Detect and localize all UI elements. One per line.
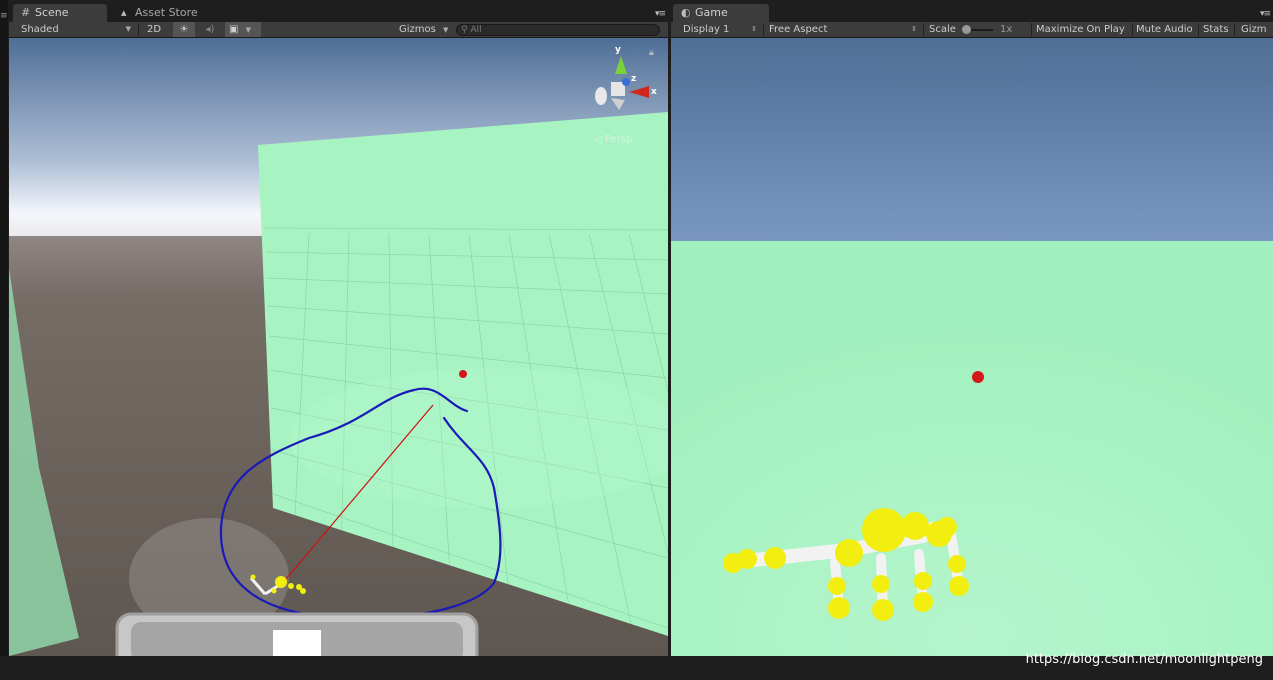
speaker-icon: ◂)	[205, 24, 215, 35]
display-dropdown[interactable]: Display 1 ⇕	[679, 22, 761, 37]
camera-object[interactable]	[115, 612, 479, 656]
toolbar-divider	[763, 23, 764, 36]
updown-arrows-icon: ⇕	[911, 25, 917, 33]
game-green-wall	[671, 241, 1273, 656]
sun-icon: ☀	[179, 24, 189, 35]
scene-viewport[interactable]: y z x 🔒︎	[9, 38, 668, 656]
scene-panel: # Scene ▴ Asset Store ▾≡ Shaded ▼ 2D ☀ ◂…	[9, 0, 668, 680]
game-panel-menu-icon[interactable]: ▾≡	[1260, 9, 1271, 19]
game-gizmos-dropdown[interactable]: Gizm	[1237, 22, 1271, 37]
chevron-down-icon: ▼	[245, 26, 252, 34]
game-pacman-icon: ◐	[681, 6, 691, 19]
scale-label: Scale	[929, 24, 956, 35]
stats-toggle[interactable]: Stats	[1199, 22, 1233, 37]
projection-toggle[interactable]: ◁ Persp	[594, 134, 632, 145]
effects-dropdown[interactable]: ▣ ▼	[225, 22, 261, 37]
lock-icon[interactable]: 🔒︎	[649, 48, 654, 58]
tab-scene-label: Scene	[35, 6, 69, 19]
game-panel: ◐ Game ▾≡ Display 1 ⇕ Free Aspect ⇕ Scal…	[671, 0, 1273, 680]
red-target-sphere[interactable]	[459, 370, 467, 378]
image-effects-icon: ▣	[229, 24, 239, 35]
toolbar-divider	[1234, 23, 1235, 36]
red-target-sphere[interactable]	[972, 371, 984, 383]
tab-asset-store-label: Asset Store	[135, 6, 198, 19]
aspect-label: Free Aspect	[769, 24, 828, 35]
scene-lighting-toggle[interactable]: ☀	[173, 22, 195, 37]
tab-scene[interactable]: # Scene	[13, 4, 107, 22]
updown-arrows-icon: ⇕	[751, 25, 757, 33]
scene-tab-bar: # Scene ▴ Asset Store ▾≡	[9, 0, 668, 22]
toolbar-divider	[923, 23, 924, 36]
chevron-down-icon: ▼	[125, 25, 131, 33]
mute-audio-label: Mute Audio	[1136, 24, 1193, 35]
asset-store-bag-icon: ▴	[121, 6, 127, 19]
chevron-down-icon: ▼	[443, 26, 449, 34]
tab-game-label: Game	[695, 6, 728, 19]
scene-audio-toggle[interactable]: ◂)	[199, 22, 221, 37]
panel-menu-icon[interactable]: ≡	[0, 11, 8, 21]
gizmo-x-label: x	[651, 87, 657, 97]
persp-arrow-icon: ◁	[594, 134, 605, 145]
left-edge-strip: ≡	[0, 0, 8, 680]
aspect-dropdown[interactable]: Free Aspect ⇕	[765, 22, 921, 37]
tab-asset-store[interactable]: ▴ Asset Store	[113, 4, 223, 22]
scene-search-input[interactable]: ⚲ All	[456, 24, 660, 36]
search-placeholder: All	[470, 25, 482, 35]
maximize-on-play-toggle[interactable]: Maximize On Play	[1032, 22, 1129, 37]
mode-2d-label: 2D	[147, 24, 162, 35]
display-label: Display 1	[683, 24, 730, 35]
stats-label: Stats	[1203, 24, 1229, 35]
draw-mode-label: Shaded	[21, 24, 59, 35]
gizmos-dropdown[interactable]: Gizmos ▼	[395, 22, 451, 37]
watermark-url: https://blog.csdn.net/moonlightpeng	[1025, 652, 1263, 667]
scene-grid-icon: #	[21, 6, 31, 19]
mute-audio-toggle[interactable]: Mute Audio	[1132, 22, 1197, 37]
maximize-on-play-label: Maximize On Play	[1036, 24, 1125, 35]
mode-2d-button[interactable]: 2D	[143, 22, 167, 37]
scale-value: 1x	[1000, 24, 1013, 35]
scale-slider-handle[interactable]	[962, 25, 971, 34]
draw-mode-dropdown[interactable]: Shaded ▼	[17, 22, 135, 37]
game-toolbar: Display 1 ⇕ Free Aspect ⇕ Scale 1x Maxim…	[671, 22, 1273, 38]
scene-panel-menu-icon[interactable]: ▾≡	[655, 9, 666, 19]
gizmo-z-label: z	[631, 74, 637, 84]
gizmo-y-label: y	[615, 45, 621, 55]
toolbar-divider	[138, 23, 139, 36]
game-gizmos-label: Gizm	[1241, 24, 1267, 35]
gizmos-label: Gizmos	[399, 24, 436, 35]
game-sky	[671, 38, 1273, 241]
persp-label: Persp	[604, 134, 633, 145]
scene-toolbar: Shaded ▼ 2D ☀ ◂) ▣ ▼ Gizmos ▼ ⚲ All	[9, 22, 668, 38]
game-viewport[interactable]	[671, 38, 1273, 656]
tab-game[interactable]: ◐ Game	[673, 4, 769, 22]
search-icon: ⚲	[461, 25, 468, 35]
game-tab-bar: ◐ Game ▾≡	[671, 0, 1273, 22]
